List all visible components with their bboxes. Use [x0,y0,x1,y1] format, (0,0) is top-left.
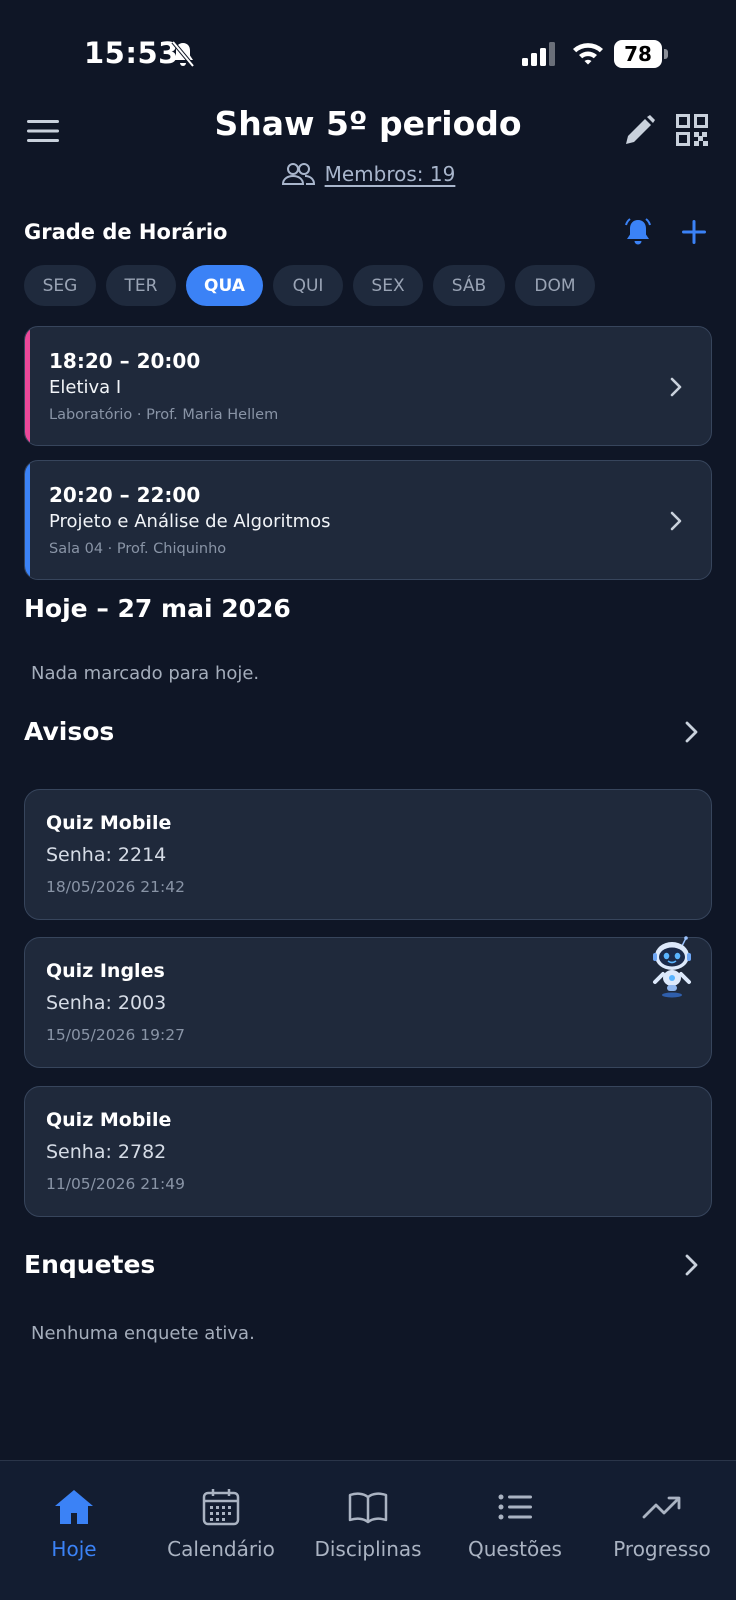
bell-slash-icon [171,40,195,68]
bottom-nav: Hoje Calendário Disciplinas Questões Pro… [0,1460,736,1600]
notice-title: Quiz Mobile [46,812,172,834]
list-icon [498,1494,532,1520]
tab-sex[interactable]: SEX [353,265,423,306]
notice-card[interactable]: Quiz Mobile Senha: 2214 18/05/2026 21:42 [24,789,712,920]
battery-indicator: 78 [614,40,668,68]
class-accent [25,461,30,579]
notice-body: Senha: 2214 [46,844,167,866]
nav-item-questoes[interactable]: Questões [445,1485,585,1561]
screen: 15:53 78 Shaw 5º periodo Membros: 19 Gra… [0,0,736,1600]
signal-icon [522,42,555,66]
class-name: Projeto e Análise de Algoritmos [49,511,331,532]
wifi-icon [573,43,603,65]
tab-dom[interactable]: DOM [515,265,595,306]
tab-seg[interactable]: SEG [24,265,96,306]
nav-label: Calendário [167,1537,275,1561]
class-meta: Sala 04 · Prof. Chiquinho [49,541,227,557]
chevron-right-icon [670,377,682,397]
tab-qua[interactable]: QUA [186,265,263,306]
today-empty-text: Nada marcado para hoje. [31,663,260,684]
notice-body: Senha: 2782 [46,1141,167,1163]
polls-empty-text: Nenhuma enquete ativa. [31,1323,255,1344]
schedule-title: Grade de Horário [24,220,228,244]
nav-label: Questões [468,1537,562,1561]
qr-code-icon[interactable] [676,114,708,146]
home-icon [55,1490,93,1524]
battery-level: 78 [624,42,652,66]
edit-pencil-icon[interactable] [622,114,656,148]
calendar-icon [202,1489,240,1526]
status-bar: 15:53 78 [0,0,736,100]
nav-item-calendario[interactable]: Calendário [151,1485,291,1561]
trend-up-icon [642,1496,681,1519]
assistant-robot-icon[interactable] [648,936,696,998]
notice-body: Senha: 2003 [46,992,167,1014]
class-card[interactable]: 20:20 – 22:00 Projeto e Análise de Algor… [24,460,712,580]
members-icon [281,163,315,185]
nav-item-disciplinas[interactable]: Disciplinas [298,1485,438,1561]
class-time: 20:20 – 22:00 [49,483,201,507]
nav-item-progresso[interactable]: Progresso [592,1485,732,1561]
clock: 15:53 [84,36,179,70]
today-title: Hoje – 27 mai 2026 [24,594,291,623]
chevron-right-icon [670,511,682,531]
class-time: 18:20 – 20:00 [49,349,201,373]
tab-qui[interactable]: QUI [273,265,343,306]
members-count: Membros: 19 [324,162,456,186]
notice-date: 18/05/2026 21:42 [46,878,185,896]
members-link[interactable]: Membros: 19 [0,162,736,186]
polls-chevron-icon[interactable] [684,1253,700,1277]
tab-ter[interactable]: TER [106,265,176,306]
bell-icon[interactable] [623,216,653,248]
nav-label: Progresso [613,1537,711,1561]
nav-item-hoje[interactable]: Hoje [4,1485,144,1561]
add-icon[interactable] [680,218,708,246]
notice-date: 15/05/2026 19:27 [46,1026,185,1044]
notices-title: Avisos [24,717,115,746]
class-name: Eletiva I [49,377,122,398]
notice-card[interactable]: Quiz Mobile Senha: 2782 11/05/2026 21:49 [24,1086,712,1217]
nav-label: Disciplinas [314,1537,422,1561]
notice-title: Quiz Mobile [46,1109,172,1131]
notice-title: Quiz Ingles [46,960,165,982]
class-meta: Laboratório · Prof. Maria Hellem [49,407,279,423]
polls-title: Enquetes [24,1250,156,1279]
class-accent [25,327,30,445]
class-card[interactable]: 18:20 – 20:00 Eletiva I Laboratório · Pr… [24,326,712,446]
nav-label: Hoje [51,1537,97,1561]
book-icon [348,1492,388,1524]
tab-sab[interactable]: SÁB [433,265,505,306]
notice-card[interactable]: Quiz Ingles Senha: 2003 15/05/2026 19:27 [24,937,712,1068]
notices-chevron-icon[interactable] [684,720,700,744]
notice-date: 11/05/2026 21:49 [46,1175,185,1193]
day-tabs: SEG TER QUA QUI SEX SÁB DOM [24,265,595,306]
